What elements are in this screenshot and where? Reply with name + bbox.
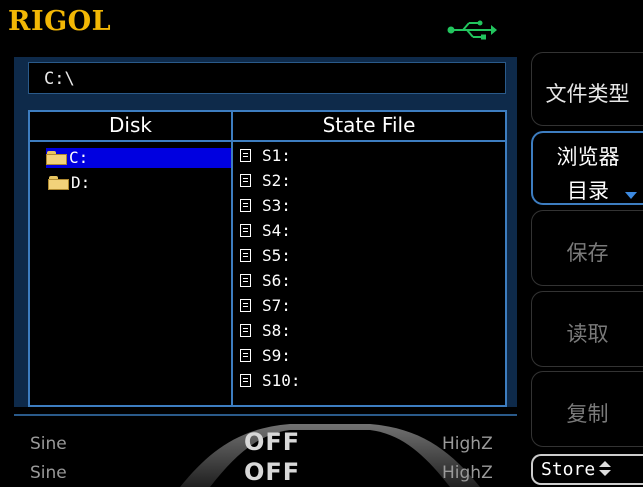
browser-softkey[interactable]: 浏览器 目录 (531, 131, 643, 205)
copy-label: 复制 (566, 402, 609, 426)
save-softkey[interactable]: 保存 (531, 210, 643, 286)
ch2-output-state: OFF (244, 458, 301, 486)
file-icon (240, 174, 251, 187)
state-file-item[interactable]: S8: (240, 321, 291, 341)
file-icon (240, 374, 251, 387)
file-icon (240, 299, 251, 312)
ch1-waveform: Sine (30, 434, 67, 454)
channel-output-shape (180, 424, 480, 487)
ch1-load: HighZ (442, 434, 493, 454)
folder-icon (48, 176, 70, 190)
ch2-waveform: Sine (30, 463, 67, 483)
state-file-item[interactable]: S10: (240, 371, 301, 391)
folder-icon (46, 151, 68, 165)
state-file-item[interactable]: S1: (240, 146, 291, 166)
file-type-softkey[interactable]: 文件类型 (531, 52, 643, 126)
file-type-label: 文件类型 (545, 82, 630, 106)
state-file-label: S8: (262, 321, 291, 340)
brand-logo: RIGOL (8, 6, 112, 37)
state-file-label: S1: (262, 146, 291, 165)
disk-column-header: Disk (109, 113, 152, 137)
usb-icon (447, 20, 497, 40)
ch2-load: HighZ (442, 463, 493, 483)
state-file-column-header: State File (322, 113, 416, 137)
file-icon (240, 274, 251, 287)
submenu-indicator-icon (625, 192, 637, 199)
state-file-label: S9: (262, 346, 291, 365)
state-file-label: S4: (262, 221, 291, 240)
read-label: 读取 (566, 322, 609, 346)
current-path-bar (28, 62, 506, 94)
up-down-arrows-icon (599, 461, 612, 477)
state-file-label: S6: (262, 271, 291, 290)
browser-value: 目录 (567, 179, 609, 203)
state-file-label: S2: (262, 171, 291, 190)
state-file-label: S3: (262, 196, 291, 215)
file-icon (240, 149, 251, 162)
disk-label: D: (71, 173, 91, 192)
file-icon (240, 249, 251, 262)
disk-item-d[interactable]: D: (48, 173, 90, 193)
state-file-label: S10: (262, 371, 301, 390)
disk-label: C: (69, 148, 89, 167)
save-label: 保存 (566, 241, 609, 265)
disk-item-c[interactable]: C: (46, 148, 231, 168)
state-file-label: S5: (262, 246, 291, 265)
store-menu-label: Store (541, 459, 596, 480)
state-file-item[interactable]: S6: (240, 271, 291, 291)
state-file-item[interactable]: S5: (240, 246, 291, 266)
copy-softkey[interactable]: 复制 (531, 371, 643, 447)
header-divider (28, 140, 507, 142)
file-icon (240, 224, 251, 237)
state-file-item[interactable]: S2: (240, 171, 291, 191)
state-file-item[interactable]: S4: (240, 221, 291, 241)
state-file-item[interactable]: S9: (240, 346, 291, 366)
read-softkey[interactable]: 读取 (531, 291, 643, 367)
file-icon (240, 199, 251, 212)
file-icon (240, 324, 251, 337)
state-file-label: S7: (262, 296, 291, 315)
column-divider (231, 110, 233, 407)
file-icon (240, 349, 251, 362)
store-menu-button[interactable]: Store (531, 454, 643, 485)
state-file-item[interactable]: S3: (240, 196, 291, 216)
current-path: C:\ (44, 69, 75, 89)
ch1-output-state: OFF (244, 428, 301, 456)
browser-label: 浏览器 (556, 145, 620, 169)
state-file-item[interactable]: S7: (240, 296, 291, 316)
